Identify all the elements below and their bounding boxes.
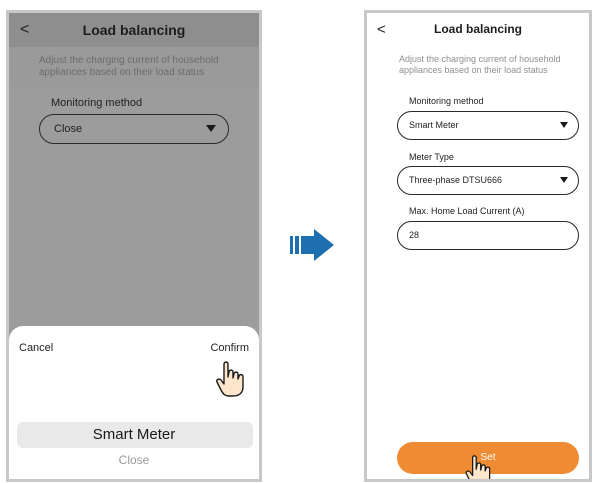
meter-type-value: Three-phase DTSU666 bbox=[409, 175, 503, 185]
picker-sheet: Cancel Confirm Smart Meter Close bbox=[9, 326, 259, 479]
monitoring-method-value: Smart Meter bbox=[409, 120, 459, 130]
max-home-load-current-value: 28 bbox=[409, 230, 420, 240]
picker-option-selected[interactable]: Smart Meter bbox=[9, 426, 259, 443]
monitoring-method-value: Close bbox=[54, 123, 83, 135]
header-bar: < Load balancing bbox=[9, 13, 259, 47]
monitoring-method-label: Monitoring method bbox=[409, 96, 484, 106]
picker-option[interactable]: Close bbox=[9, 453, 259, 467]
dropdown-caret-icon bbox=[560, 122, 568, 128]
meter-type-select[interactable]: Three-phase DTSU666 bbox=[397, 166, 579, 195]
left-phone-screen: < Load balancing Adjust the charging cur… bbox=[6, 10, 262, 482]
dropdown-caret-icon bbox=[560, 177, 568, 183]
dropdown-caret-icon bbox=[206, 125, 216, 132]
monitoring-method-select[interactable]: Smart Meter bbox=[397, 111, 579, 140]
page-title: Load balancing bbox=[433, 22, 522, 36]
monitoring-method-label: Monitoring method bbox=[51, 97, 143, 109]
hint-text: Adjust the charging current of household… bbox=[399, 54, 561, 75]
hint-text: Adjust the charging current of household… bbox=[39, 55, 219, 78]
page-title: Load balancing bbox=[82, 22, 186, 38]
arrow-right-icon bbox=[290, 229, 334, 261]
cancel-button[interactable]: Cancel bbox=[19, 342, 53, 354]
max-home-load-current-label: Max. Home Load Current (A) bbox=[409, 206, 525, 216]
monitoring-method-select[interactable]: Close bbox=[39, 114, 229, 144]
meter-type-label: Meter Type bbox=[409, 152, 454, 162]
tap-hand-icon bbox=[465, 455, 491, 479]
right-phone-screen: < Load balancing Adjust the charging cur… bbox=[364, 10, 592, 482]
confirm-button[interactable]: Confirm bbox=[210, 342, 249, 354]
max-home-load-current-input[interactable]: 28 bbox=[397, 221, 579, 250]
tap-hand-icon bbox=[216, 361, 244, 397]
